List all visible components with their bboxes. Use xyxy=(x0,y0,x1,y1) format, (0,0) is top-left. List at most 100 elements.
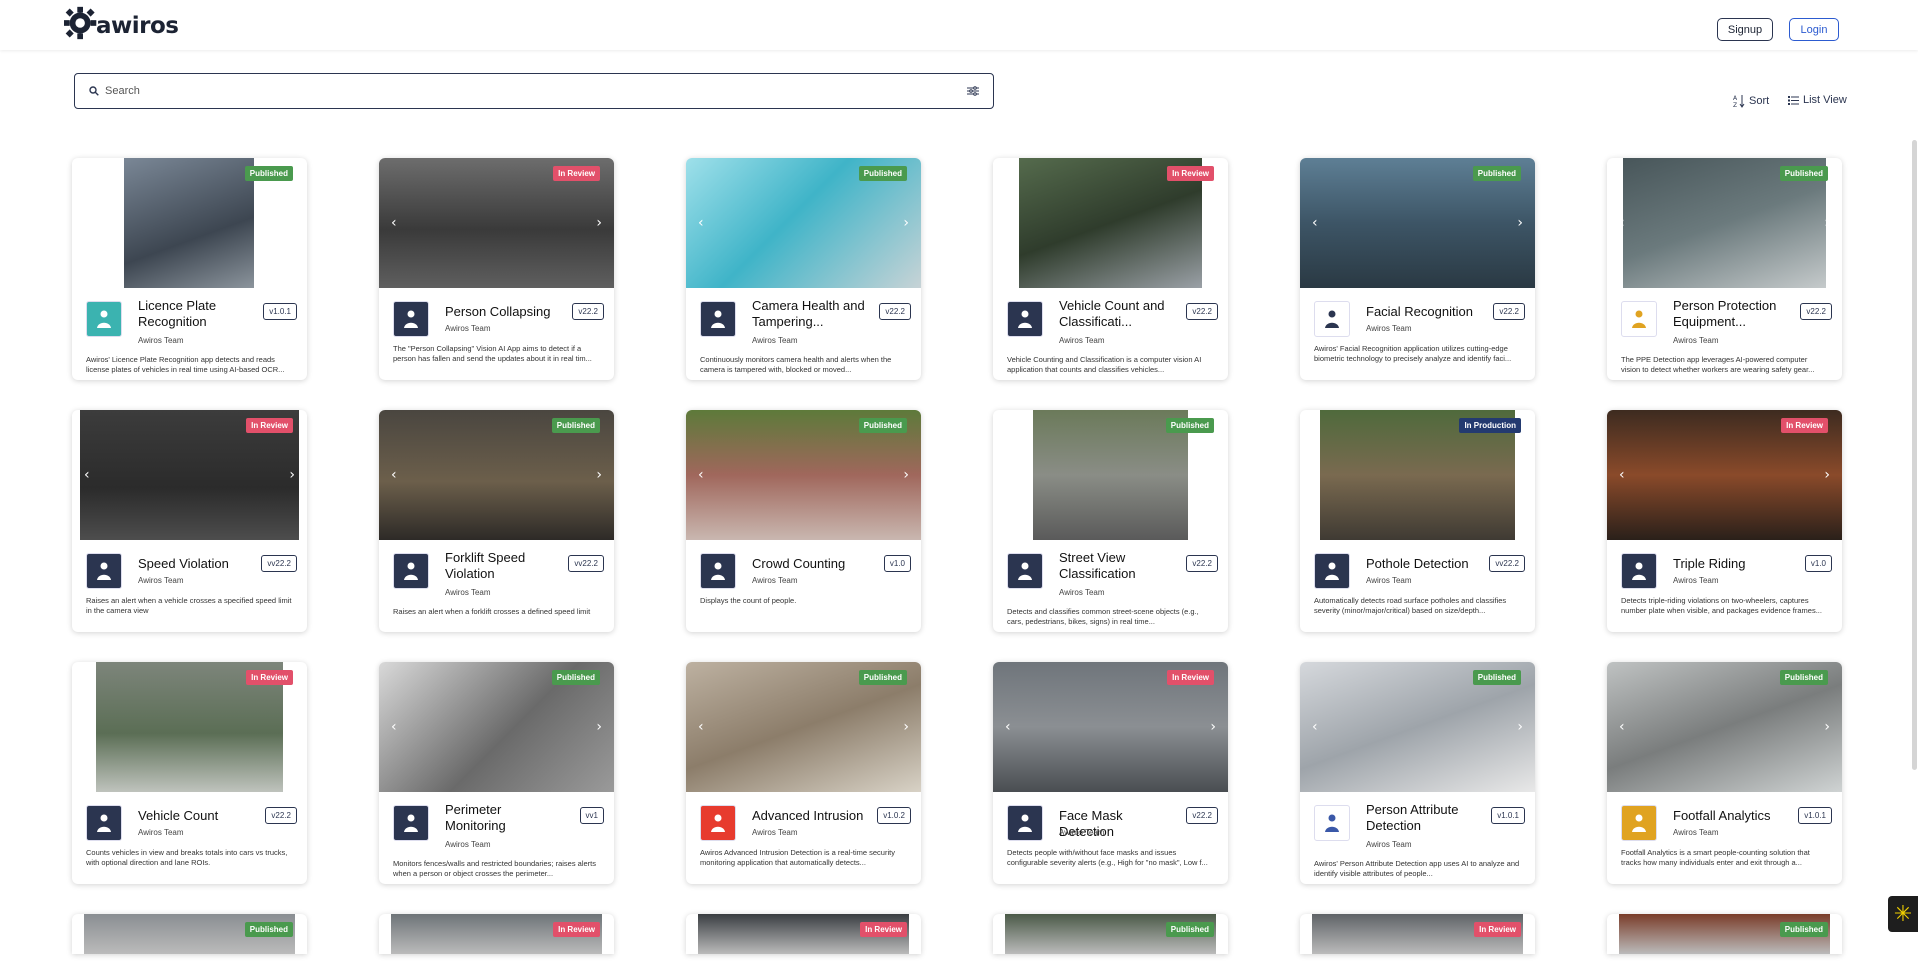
carousel-next-icon[interactable]: › xyxy=(596,467,602,483)
scrollbar[interactable] xyxy=(1912,140,1917,770)
app-card[interactable]: Published ‹ › Crowd Counting Awiros Team … xyxy=(686,410,921,632)
filter-sliders-icon[interactable] xyxy=(967,86,979,96)
app-card[interactable]: In Review ‹ › Face Mask Detection Awiros … xyxy=(993,662,1228,884)
carousel-next-icon[interactable]: › xyxy=(289,467,295,483)
carousel-next-icon[interactable]: › xyxy=(596,215,602,231)
carousel-next-icon[interactable]: › xyxy=(1517,215,1523,231)
awiros-logo[interactable]: awiros xyxy=(64,3,179,43)
app-card[interactable]: Published ‹ › Footfall Analytics Awiros T… xyxy=(1607,662,1842,884)
app-name[interactable]: Pothole Detection xyxy=(1366,556,1486,572)
carousel-prev-icon[interactable]: ‹ xyxy=(84,467,90,483)
app-thumbnail[interactable]: Published ‹ › xyxy=(1300,158,1535,288)
carousel-prev-icon[interactable]: ‹ xyxy=(1312,719,1318,735)
carousel-prev-icon[interactable]: ‹ xyxy=(391,215,397,231)
app-name[interactable]: Crowd Counting xyxy=(752,556,872,572)
app-name[interactable]: Facial Recognition xyxy=(1366,304,1486,320)
app-name[interactable]: Perimeter Monitoring xyxy=(445,802,565,834)
carousel-prev-icon[interactable]: ‹ xyxy=(391,467,397,483)
app-name[interactable]: Speed Violation xyxy=(138,556,258,572)
signup-button[interactable]: Signup xyxy=(1717,18,1773,41)
svg-text:Z: Z xyxy=(1733,102,1737,108)
app-name[interactable]: Licence Plate Recognition xyxy=(138,298,258,330)
version-badge: v1.0.1 xyxy=(1491,807,1525,824)
app-thumbnail[interactable]: Published ‹ › xyxy=(379,410,614,540)
app-name[interactable]: Person Collapsing xyxy=(445,304,565,320)
app-thumbnail[interactable]: In Review ‹ › xyxy=(379,158,614,288)
app-name[interactable]: Advanced Intrusion xyxy=(752,808,872,824)
app-card[interactable]: Published ‹ › Facial Recognition Awiros T… xyxy=(1300,158,1535,380)
app-thumbnail[interactable]: Published xyxy=(72,158,307,288)
carousel-next-icon[interactable]: › xyxy=(903,719,909,735)
app-card-partial[interactable]: In Review xyxy=(686,914,921,954)
app-glyph-icon xyxy=(711,814,725,832)
app-card[interactable]: Published Street View Classification Awi… xyxy=(993,410,1228,632)
carousel-next-icon[interactable]: › xyxy=(903,467,909,483)
carousel-next-icon[interactable]: › xyxy=(1210,719,1216,735)
carousel-next-icon[interactable]: › xyxy=(1517,719,1523,735)
app-thumbnail[interactable]: In Production xyxy=(1300,410,1535,540)
app-thumbnail[interactable]: In Review xyxy=(72,662,307,792)
app-card-partial[interactable]: In Review xyxy=(1300,914,1535,954)
carousel-next-icon[interactable]: › xyxy=(596,719,602,735)
app-name[interactable]: Camera Health and Tampering... xyxy=(752,298,872,330)
app-thumbnail[interactable]: Published xyxy=(993,410,1228,540)
carousel-next-icon[interactable]: › xyxy=(1824,719,1830,735)
search-input[interactable]: Search xyxy=(105,85,967,97)
app-card[interactable]: Published ‹ › Person Protection Equipment… xyxy=(1607,158,1842,380)
app-card[interactable]: Published Licence Plate Recognition Awir… xyxy=(72,158,307,380)
app-thumbnail[interactable]: In Review ‹ › xyxy=(993,662,1228,792)
app-card[interactable]: In Review ‹ › Person Collapsing Awiros Te… xyxy=(379,158,614,380)
app-name[interactable]: Vehicle Count xyxy=(138,808,258,824)
carousel-prev-icon[interactable]: ‹ xyxy=(391,719,397,735)
app-card-partial[interactable]: Published xyxy=(993,914,1228,954)
app-card[interactable]: In Review ‹ › Triple Riding Awiros Team v… xyxy=(1607,410,1842,632)
app-thumbnail[interactable]: Published ‹ › xyxy=(1607,158,1842,288)
app-thumbnail[interactable]: In Review ‹ › xyxy=(72,410,307,540)
app-name[interactable]: Forklift Speed Violation xyxy=(445,550,565,582)
app-name[interactable]: Triple Riding xyxy=(1673,556,1793,572)
carousel-prev-icon[interactable]: ‹ xyxy=(1312,215,1318,231)
carousel-next-icon[interactable]: › xyxy=(903,215,909,231)
app-card-partial[interactable]: In Review xyxy=(379,914,614,954)
app-thumbnail[interactable]: Published ‹ › xyxy=(686,158,921,288)
app-card-partial[interactable]: Published xyxy=(1607,914,1842,954)
app-glyph-icon xyxy=(1325,310,1339,328)
app-card[interactable]: Published ‹ › Forklift Speed Violation Aw… xyxy=(379,410,614,632)
app-card[interactable]: Published ‹ › Advanced Intrusion Awiros T… xyxy=(686,662,921,884)
app-name[interactable]: Vehicle Count and Classificati... xyxy=(1059,298,1179,330)
login-button[interactable]: Login xyxy=(1789,18,1839,41)
app-name[interactable]: Person Protection Equipment... xyxy=(1673,298,1793,330)
app-thumbnail[interactable]: Published ‹ › xyxy=(686,662,921,792)
app-card[interactable]: In Review Vehicle Count Awiros Team v22.… xyxy=(72,662,307,884)
app-thumbnail[interactable]: Published ‹ › xyxy=(379,662,614,792)
app-card[interactable]: Published ‹ › Person Attribute Detection … xyxy=(1300,662,1535,884)
carousel-prev-icon[interactable]: ‹ xyxy=(698,719,704,735)
carousel-next-icon[interactable]: › xyxy=(1824,467,1830,483)
app-card[interactable]: In Review ‹ › Speed Violation Awiros Team… xyxy=(72,410,307,632)
app-thumbnail[interactable]: Published ‹ › xyxy=(686,410,921,540)
search-bar[interactable]: Search xyxy=(74,73,994,109)
chat-widget-button[interactable]: ✳ xyxy=(1888,896,1918,932)
carousel-prev-icon[interactable]: ‹ xyxy=(1005,719,1011,735)
app-thumbnail[interactable]: In Review ‹ › xyxy=(1607,410,1842,540)
app-card[interactable]: In Production Pothole Detection Awiros T… xyxy=(1300,410,1535,632)
carousel-prev-icon[interactable]: ‹ xyxy=(1619,719,1625,735)
carousel-prev-icon[interactable]: ‹ xyxy=(698,467,704,483)
carousel-prev-icon[interactable]: ‹ xyxy=(1619,467,1625,483)
app-card-partial[interactable]: Published xyxy=(72,914,307,954)
app-thumbnail[interactable]: In Review xyxy=(993,158,1228,288)
app-name[interactable]: Person Attribute Detection xyxy=(1366,802,1486,834)
app-name[interactable]: Street View Classification xyxy=(1059,550,1179,582)
version-badge: v1.0 xyxy=(883,555,911,572)
app-card[interactable]: In Review Vehicle Count and Classificati… xyxy=(993,158,1228,380)
app-name[interactable]: Footfall Analytics xyxy=(1673,808,1793,824)
carousel-prev-icon[interactable]: ‹ xyxy=(1619,215,1625,231)
app-thumbnail[interactable]: Published ‹ › xyxy=(1300,662,1535,792)
app-thumbnail[interactable]: Published ‹ › xyxy=(1607,662,1842,792)
sort-button[interactable]: AZ Sort xyxy=(1733,94,1769,108)
carousel-prev-icon[interactable]: ‹ xyxy=(698,215,704,231)
carousel-next-icon[interactable]: › xyxy=(1824,215,1830,231)
list-view-button[interactable]: List View xyxy=(1788,94,1847,106)
app-card[interactable]: Published ‹ › Perimeter Monitoring Awiros… xyxy=(379,662,614,884)
app-card[interactable]: Published ‹ › Camera Health and Tampering… xyxy=(686,158,921,380)
